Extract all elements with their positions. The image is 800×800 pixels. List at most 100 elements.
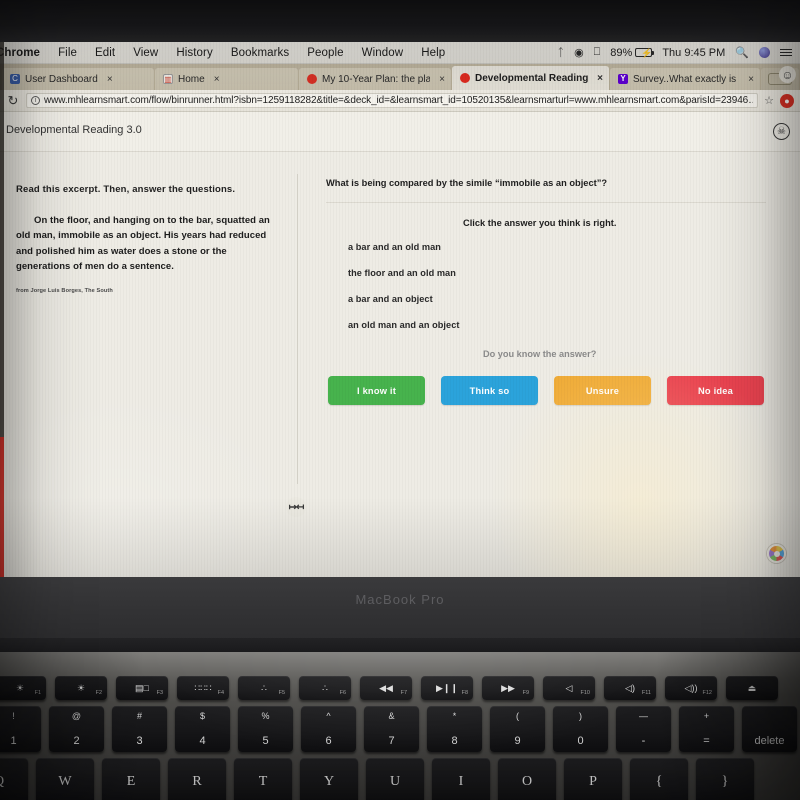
confidence-button-unsure[interactable]: Unsure bbox=[554, 376, 651, 405]
siri-icon[interactable] bbox=[759, 47, 770, 58]
collapse-panel-icon[interactable]: ↦↤ bbox=[286, 497, 306, 517]
key-shift-glyph: % bbox=[261, 711, 270, 721]
confidence-button-i-know-it[interactable]: I know it bbox=[328, 376, 425, 405]
browser-profile-avatar[interactable]: ☺ bbox=[779, 66, 796, 83]
keyboard-key[interactable]: ◀◀ F7 bbox=[360, 676, 412, 700]
keyboard-key[interactable]: % 5 bbox=[238, 706, 293, 752]
browser-tab-my-10-year-plan[interactable]: My 10-Year Plan: the plan for × bbox=[299, 68, 451, 90]
browser-tab-home[interactable]: Home × bbox=[155, 68, 298, 90]
confidence-button-row: I know it Think so Unsure No idea bbox=[328, 376, 764, 405]
keyboard-key[interactable]: R bbox=[168, 758, 226, 800]
keyboard-key[interactable]: — - bbox=[616, 706, 671, 752]
key-glyph: ☀ bbox=[15, 682, 25, 693]
browser-tab-user-dashboard[interactable]: User Dashboard × bbox=[2, 68, 154, 90]
keyboard-key[interactable]: T bbox=[234, 758, 292, 800]
battery-percent-label: 89% bbox=[610, 46, 633, 59]
keyboard-key[interactable]: + = bbox=[679, 706, 734, 752]
battery-status[interactable]: 89% ⚡ bbox=[610, 46, 655, 59]
keyboard-key[interactable]: & 7 bbox=[364, 706, 419, 752]
answer-choice[interactable]: the floor and an old man bbox=[348, 268, 459, 278]
menu-item-history[interactable]: History bbox=[167, 47, 221, 59]
keyboard-key[interactable]: ∴ F5 bbox=[238, 676, 290, 700]
keyboard-key[interactable]: W bbox=[36, 758, 94, 800]
keyboard-key[interactable]: #3 bbox=[112, 706, 167, 752]
answer-choice[interactable]: a bar and an object bbox=[348, 294, 459, 304]
menu-item-file[interactable]: File bbox=[49, 47, 86, 59]
keyboard-key[interactable]: delete bbox=[742, 706, 797, 752]
notification-center-icon[interactable] bbox=[780, 47, 792, 58]
keyboard-key[interactable]: ◁) F11 bbox=[604, 676, 656, 700]
keyboard-key[interactable]: * 8 bbox=[427, 706, 482, 752]
keyboard-key[interactable]: } bbox=[696, 758, 754, 800]
menu-item-edit[interactable]: Edit bbox=[86, 47, 124, 59]
keyboard-key[interactable]: Q bbox=[0, 758, 28, 800]
keyboard-key[interactable]: @2 bbox=[49, 706, 104, 752]
bookmark-star-icon[interactable]: ☆ bbox=[764, 94, 774, 107]
tab-close-icon[interactable]: × bbox=[748, 74, 754, 85]
keyboard-key[interactable]: O bbox=[498, 758, 556, 800]
dropbox-icon[interactable]: ◉ bbox=[574, 46, 584, 59]
keyboard-key[interactable]: ^ 6 bbox=[301, 706, 356, 752]
keyboard-key[interactable]: ▤□ F3 bbox=[116, 676, 168, 700]
keyboard-key[interactable]: ) 0 bbox=[553, 706, 608, 752]
key-fn-label: F6 bbox=[339, 690, 346, 696]
tab-close-icon[interactable]: × bbox=[439, 74, 445, 85]
browser-tab-survey[interactable]: Survey..What exactly is your ro × bbox=[610, 68, 760, 90]
tab-close-icon[interactable]: × bbox=[107, 74, 113, 85]
menu-item-people[interactable]: People bbox=[298, 47, 352, 59]
key-shift-glyph: ( bbox=[516, 711, 519, 721]
keyboard-key[interactable]: Y bbox=[300, 758, 358, 800]
spotlight-search-icon[interactable]: 🔍 bbox=[735, 46, 749, 59]
site-info-icon[interactable]: i bbox=[31, 96, 40, 105]
key-glyph: P bbox=[589, 774, 597, 789]
menu-item-view[interactable]: View bbox=[124, 47, 167, 59]
menu-item-bookmarks[interactable]: Bookmarks bbox=[222, 47, 298, 59]
key-shift-glyph: # bbox=[136, 711, 143, 721]
answer-choice[interactable]: an old man and an object bbox=[348, 320, 459, 330]
menu-item-chrome[interactable]: Chrome bbox=[0, 47, 49, 59]
tab-label: Home bbox=[178, 73, 205, 85]
question-prompt: What is being compared by the simile “im… bbox=[326, 178, 607, 188]
metacognitive-chart-icon[interactable] bbox=[767, 544, 786, 563]
address-bar[interactable]: i www.mhlearnsmart.com/flow/binrunner.ht… bbox=[26, 93, 759, 108]
keyboard-key[interactable]: ☀ F1 bbox=[0, 676, 46, 700]
keyboard-key[interactable]: ▶▶ F9 bbox=[482, 676, 534, 700]
key-glyph: 9 bbox=[514, 735, 521, 747]
tab-close-icon[interactable]: × bbox=[214, 74, 220, 85]
bluetooth-icon[interactable]: ᛏ bbox=[557, 47, 564, 59]
keyboard-key[interactable]: ☀ F2 bbox=[55, 676, 107, 700]
menu-item-window[interactable]: Window bbox=[353, 47, 413, 59]
keyboard-key[interactable]: U bbox=[366, 758, 424, 800]
keyboard-key[interactable]: (9 bbox=[490, 706, 545, 752]
tab-close-icon[interactable]: × bbox=[597, 73, 603, 84]
keyboard-key[interactable]: { bbox=[630, 758, 688, 800]
menu-item-help[interactable]: Help bbox=[412, 47, 454, 59]
trophy-icon[interactable]: ☠ bbox=[773, 123, 790, 140]
keyboard-key[interactable]: E bbox=[102, 758, 160, 800]
keyboard-key[interactable]: ∴ F6 bbox=[299, 676, 351, 700]
key-fn-label: F2 bbox=[95, 690, 102, 696]
keyboard-key[interactable]: $4 bbox=[175, 706, 230, 752]
reload-icon[interactable]: ↻ bbox=[6, 93, 20, 109]
key-glyph: ☀ bbox=[76, 682, 86, 693]
confidence-button-think-so[interactable]: Think so bbox=[441, 376, 538, 405]
keyboard-key[interactable]: ⏏ bbox=[726, 676, 778, 700]
laptop-photo: Chrome File Edit View History Bookmarks … bbox=[0, 0, 800, 800]
keyboard-key[interactable]: ▶❙❙ F8 bbox=[421, 676, 473, 700]
keyboard-key[interactable]: ◁)) F12 bbox=[665, 676, 717, 700]
airplay-icon[interactable]: ⎕ bbox=[594, 46, 601, 59]
confidence-button-no-idea[interactable]: No idea bbox=[667, 376, 764, 405]
key-glyph: ▶▶ bbox=[501, 682, 515, 693]
keyboard-key[interactable]: I bbox=[432, 758, 490, 800]
keyboard-key[interactable]: P bbox=[564, 758, 622, 800]
browser-tab-developmental-reading[interactable]: Developmental Reading 3.0 × bbox=[452, 66, 609, 90]
keyboard-key[interactable]: ◁ F10 bbox=[543, 676, 595, 700]
keyboard-key[interactable]: ∷∷∷ F4 bbox=[177, 676, 229, 700]
tab-label: Survey..What exactly is your ro bbox=[633, 73, 739, 85]
menu-clock[interactable]: Thu 9:45 PM bbox=[662, 47, 725, 59]
keyboard-key[interactable]: ! 1 bbox=[0, 706, 41, 752]
reading-instruction: Read this excerpt. Then, answer the ques… bbox=[16, 184, 236, 195]
answer-choice[interactable]: a bar and an old man bbox=[348, 242, 459, 252]
macbook-model-label: MacBook Pro bbox=[355, 592, 445, 607]
extension-icon[interactable]: ● bbox=[780, 93, 794, 108]
